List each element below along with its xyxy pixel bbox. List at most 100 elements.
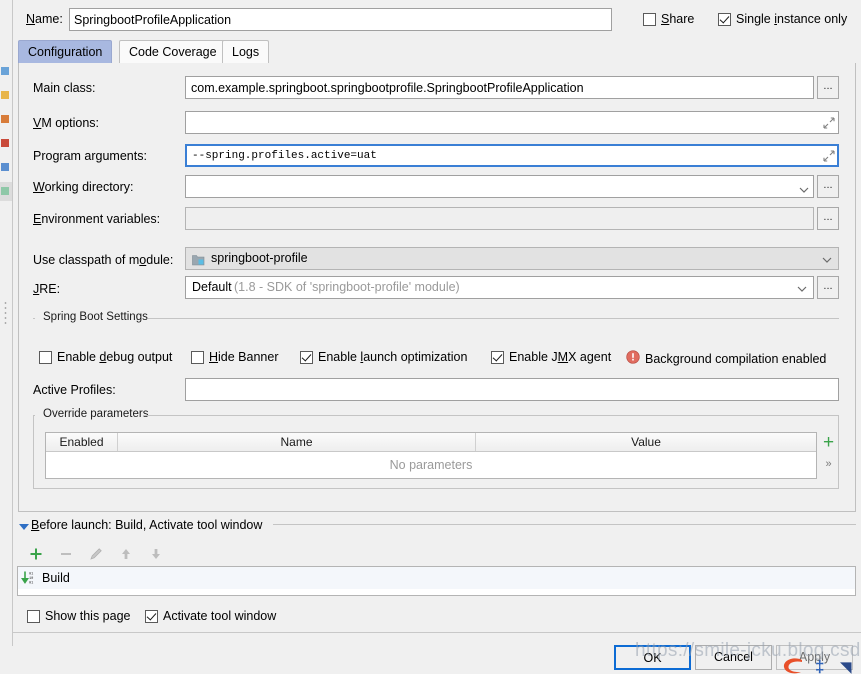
activate-tool-window-checkbox[interactable] bbox=[145, 609, 158, 623]
tree-item-icon bbox=[1, 91, 9, 99]
use-classpath-combo[interactable]: springboot-profile bbox=[185, 247, 839, 270]
jre-label: JRE: bbox=[33, 282, 61, 296]
main-class-label: Main class: bbox=[33, 81, 96, 95]
ok-button[interactable]: OK bbox=[614, 645, 691, 670]
main-class-input[interactable] bbox=[185, 76, 814, 99]
environment-variables-browse-button[interactable]: ... bbox=[817, 207, 839, 230]
share-checkbox-row[interactable]: Share bbox=[643, 12, 694, 26]
single-instance-checkbox[interactable] bbox=[718, 12, 731, 26]
enable-launch-optimization-row[interactable]: Enable launch optimization bbox=[300, 350, 467, 364]
tree-item-icon bbox=[1, 163, 9, 171]
before-launch-toolbar bbox=[27, 545, 187, 565]
vm-options-input[interactable] bbox=[185, 111, 839, 134]
jre-browse-button[interactable]: ... bbox=[817, 276, 839, 299]
move-up-button[interactable] bbox=[117, 545, 135, 566]
move-down-button[interactable] bbox=[147, 545, 165, 566]
tree-item-icon bbox=[1, 139, 9, 147]
table-empty-message: No parameters bbox=[46, 452, 816, 478]
before-launch-separator bbox=[273, 524, 856, 525]
column-value[interactable]: Value bbox=[476, 433, 816, 451]
name-input[interactable] bbox=[69, 8, 612, 31]
svg-text:01: 01 bbox=[29, 573, 33, 577]
single-instance-label: Single instance only bbox=[736, 12, 848, 26]
dialog-content: Name: Share Single instance only Configu… bbox=[13, 0, 861, 674]
tree-item-icon bbox=[1, 67, 9, 75]
name-row: Name: Share Single instance only bbox=[18, 8, 856, 32]
tab-code-coverage[interactable]: Code Coverage bbox=[119, 40, 227, 64]
splitter-handle[interactable] bbox=[3, 300, 8, 326]
override-parameters-table[interactable]: Enabled Name Value No parameters bbox=[45, 432, 817, 479]
enable-jmx-agent-row[interactable]: Enable JMX agent bbox=[491, 350, 611, 364]
run-debug-configurations-dialog: Name: Share Single instance only Configu… bbox=[0, 0, 861, 674]
cancel-button[interactable]: Cancel bbox=[695, 645, 772, 670]
use-classpath-value: springboot-profile bbox=[211, 251, 308, 265]
jre-value: Default bbox=[192, 280, 232, 294]
footer-divider bbox=[13, 632, 861, 633]
before-launch-title[interactable]: Before launch: Build, Activate tool wind… bbox=[31, 518, 262, 532]
enable-debug-output-row[interactable]: Enable debug output bbox=[39, 350, 172, 364]
name-label: Name: bbox=[26, 12, 63, 26]
program-arguments-input[interactable] bbox=[185, 144, 839, 167]
hide-banner-row[interactable]: Hide Banner bbox=[191, 350, 279, 364]
active-profiles-label: Active Profiles: bbox=[33, 383, 116, 397]
show-page-row[interactable]: Show this page bbox=[27, 609, 130, 623]
table-side-toolbar: + » bbox=[818, 432, 839, 479]
use-classpath-dropdown-icon[interactable] bbox=[820, 254, 834, 264]
working-directory-browse-button[interactable]: ... bbox=[817, 175, 839, 198]
enable-jmx-agent-label: Enable JMX agent bbox=[509, 350, 612, 364]
svg-text:10: 10 bbox=[29, 577, 33, 581]
tree-item-icon bbox=[1, 115, 9, 123]
share-checkbox[interactable] bbox=[643, 12, 656, 26]
task-row-build[interactable]: 01 10 01 Build bbox=[18, 567, 855, 589]
spring-boot-settings-title: Spring Boot Settings bbox=[39, 311, 152, 323]
background-compilation-warning: Background compilation enabled bbox=[626, 350, 826, 367]
environment-variables-input[interactable] bbox=[185, 207, 814, 230]
use-classpath-label: Use classpath of module: bbox=[33, 253, 174, 267]
enable-launch-optimization-label: Enable launch optimization bbox=[318, 350, 468, 364]
jre-combo[interactable]: Default (1.8 - SDK of 'springboot-profil… bbox=[185, 276, 814, 299]
column-name[interactable]: Name bbox=[118, 433, 476, 451]
build-icon: 01 10 01 bbox=[20, 570, 38, 593]
activate-tool-window-label: Activate tool window bbox=[163, 609, 277, 623]
add-task-button[interactable] bbox=[27, 545, 45, 566]
warning-icon bbox=[626, 350, 640, 367]
tab-configuration[interactable]: Configuration bbox=[18, 40, 113, 64]
main-class-browse-button[interactable]: ... bbox=[817, 76, 839, 99]
share-label: Share bbox=[661, 12, 695, 26]
hide-banner-label: Hide Banner bbox=[209, 350, 279, 364]
configurations-tree-strip[interactable] bbox=[0, 0, 13, 646]
environment-variables-label: Environment variables: bbox=[33, 212, 161, 226]
tab-bar: Configuration Code Coverage Logs bbox=[18, 40, 856, 64]
enable-jmx-agent-checkbox[interactable] bbox=[491, 350, 504, 364]
vm-options-label: VM options: bbox=[33, 116, 100, 130]
configuration-panel: Main class: ... VM options: Program argu… bbox=[18, 63, 856, 512]
working-directory-label: Working directory: bbox=[33, 180, 134, 194]
column-enabled[interactable]: Enabled bbox=[46, 433, 118, 451]
task-label-build: Build bbox=[42, 571, 70, 585]
apply-button[interactable]: Apply bbox=[776, 645, 853, 670]
background-compilation-label: Background compilation enabled bbox=[645, 351, 827, 366]
jre-dropdown-icon[interactable] bbox=[795, 283, 809, 293]
hide-banner-checkbox[interactable] bbox=[191, 350, 204, 364]
more-options-button[interactable]: » bbox=[818, 456, 839, 474]
jre-value-hint: (1.8 - SDK of 'springboot-profile' modul… bbox=[234, 280, 460, 294]
active-profiles-input[interactable] bbox=[185, 378, 839, 401]
show-this-page-checkbox[interactable] bbox=[27, 609, 40, 623]
tab-logs[interactable]: Logs bbox=[222, 40, 270, 64]
remove-task-button[interactable] bbox=[57, 545, 75, 566]
tree-item-icon-selected bbox=[1, 187, 9, 195]
program-arguments-label: Program arguments: bbox=[33, 149, 147, 163]
edit-task-button[interactable] bbox=[87, 545, 105, 566]
working-directory-input[interactable] bbox=[185, 175, 814, 198]
module-icon bbox=[192, 253, 205, 269]
enable-launch-optimization-checkbox[interactable] bbox=[300, 350, 313, 364]
svg-text:01: 01 bbox=[29, 581, 33, 585]
activate-tool-window-row[interactable]: Activate tool window bbox=[145, 609, 276, 623]
enable-debug-output-label: Enable debug output bbox=[57, 350, 173, 364]
enable-debug-output-checkbox[interactable] bbox=[39, 350, 52, 364]
show-this-page-label: Show this page bbox=[45, 609, 131, 623]
add-parameter-button[interactable]: + bbox=[818, 433, 839, 454]
single-instance-checkbox-row[interactable]: Single instance only bbox=[718, 12, 847, 26]
before-launch-collapse-icon[interactable] bbox=[19, 524, 29, 530]
before-launch-task-list[interactable]: 01 10 01 Build bbox=[17, 566, 856, 596]
